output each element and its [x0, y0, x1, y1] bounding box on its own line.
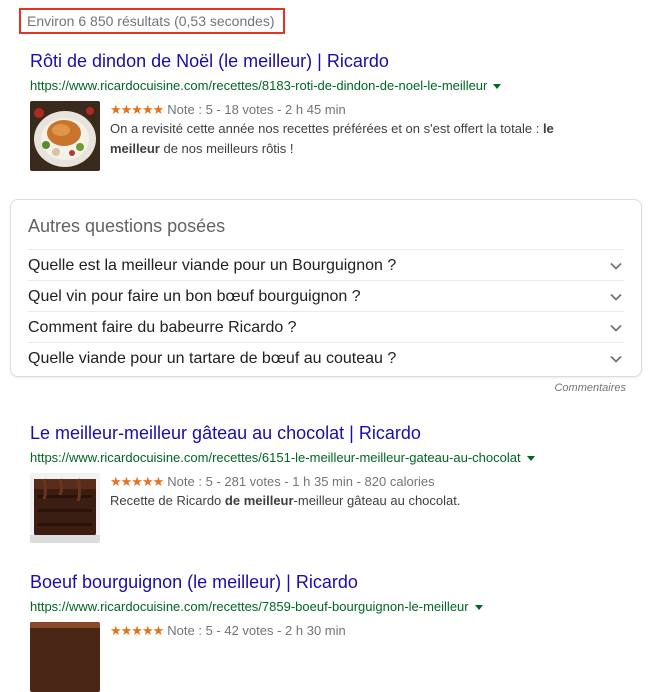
- rating-meta: Note : 5 - 42 votes - 2 h 30 min: [167, 623, 346, 638]
- chevron-down-icon: [610, 355, 622, 363]
- result-snippet: On a revisité cette année nos recettes p…: [110, 119, 554, 159]
- result-stats: Environ 6 850 résultats (0,53 secondes): [19, 8, 285, 34]
- result-url[interactable]: https://www.ricardocuisine.com/recettes/…: [30, 77, 630, 95]
- result-title-link[interactable]: Le meilleur-meilleur gâteau au chocolat …: [30, 422, 630, 444]
- dropdown-caret-icon[interactable]: [474, 605, 483, 611]
- result-url-text: https://www.ricardocuisine.com/recettes/…: [30, 78, 488, 93]
- snippet-highlight: de meilleur: [224, 493, 294, 508]
- paa-question-text: Quel vin pour faire un bon bœuf bourguig…: [28, 287, 361, 305]
- result-rating: ★★★★★ Note : 5 - 18 votes - 2 h 45 min: [110, 101, 554, 119]
- snippet-text: de nos meilleurs rôtis !: [159, 141, 294, 156]
- result-url-text: https://www.ricardocuisine.com/recettes/…: [30, 599, 469, 614]
- search-result: Boeuf bourguignon (le meilleur) | Ricard…: [30, 571, 630, 692]
- dropdown-caret-icon[interactable]: [526, 456, 535, 462]
- result-url[interactable]: https://www.ricardocuisine.com/recettes/…: [30, 598, 630, 616]
- snippet-text: On a revisité cette année nos recettes p…: [110, 121, 543, 136]
- chevron-down-icon: [610, 293, 622, 301]
- result-snippet: Recette de Ricardo de meilleur-meilleur …: [110, 491, 460, 511]
- snippet-highlight: meilleur: [110, 141, 160, 156]
- result-rating: ★★★★★ Note : 5 - 281 votes - 1 h 35 min -…: [110, 473, 460, 491]
- paa-question-text: Quelle viande pour un tartare de bœuf au…: [28, 349, 397, 367]
- search-result: Rôti de dindon de Noël (le meilleur) | R…: [30, 50, 630, 171]
- dropdown-caret-icon[interactable]: [493, 84, 502, 90]
- result-rating: ★★★★★ Note : 5 - 42 votes - 2 h 30 min: [110, 622, 346, 640]
- snippet-text: Recette de Ricardo: [110, 493, 225, 508]
- rating-stars-icon: ★★★★★: [110, 474, 164, 489]
- result-url[interactable]: https://www.ricardocuisine.com/recettes/…: [30, 449, 630, 467]
- rating-meta: Note : 5 - 281 votes - 1 h 35 min - 820 …: [167, 474, 435, 489]
- beef-bourguignon-thumbnail[interactable]: [30, 622, 100, 692]
- rating-stars-icon: ★★★★★: [110, 102, 164, 117]
- snippet-highlight: le: [542, 121, 554, 136]
- turkey-thumbnail[interactable]: [30, 101, 100, 171]
- paa-question-text: Comment faire du babeurre Ricardo ?: [28, 318, 297, 336]
- result-title-link[interactable]: Rôti de dindon de Noël (le meilleur) | R…: [30, 50, 630, 72]
- chevron-down-icon: [610, 262, 622, 270]
- paa-question-text: Quelle est la meilleur viande pour un Bo…: [28, 256, 397, 274]
- rating-meta: Note : 5 - 18 votes - 2 h 45 min: [167, 102, 346, 117]
- people-also-ask-box: Autres questions posées Quelle est la me…: [10, 199, 642, 377]
- snippet-text: -meilleur gâteau au chocolat.: [293, 493, 461, 508]
- search-result: Le meilleur-meilleur gâteau au chocolat …: [30, 422, 630, 543]
- chevron-down-icon: [610, 324, 622, 332]
- chocolate-cake-thumbnail[interactable]: [30, 473, 100, 543]
- result-title-link[interactable]: Boeuf bourguignon (le meilleur) | Ricard…: [30, 571, 630, 593]
- paa-question[interactable]: Quelle est la meilleur viande pour un Bo…: [28, 249, 624, 281]
- paa-question[interactable]: Quel vin pour faire un bon bœuf bourguig…: [28, 280, 624, 312]
- paa-question[interactable]: Quelle viande pour un tartare de bœuf au…: [28, 342, 624, 374]
- feedback-link[interactable]: Commentaires: [554, 382, 626, 394]
- result-url-text: https://www.ricardocuisine.com/recettes/…: [30, 450, 521, 465]
- paa-title: Autres questions posées: [28, 216, 226, 236]
- paa-question[interactable]: Comment faire du babeurre Ricardo ?: [28, 311, 624, 343]
- rating-stars-icon: ★★★★★: [110, 623, 164, 638]
